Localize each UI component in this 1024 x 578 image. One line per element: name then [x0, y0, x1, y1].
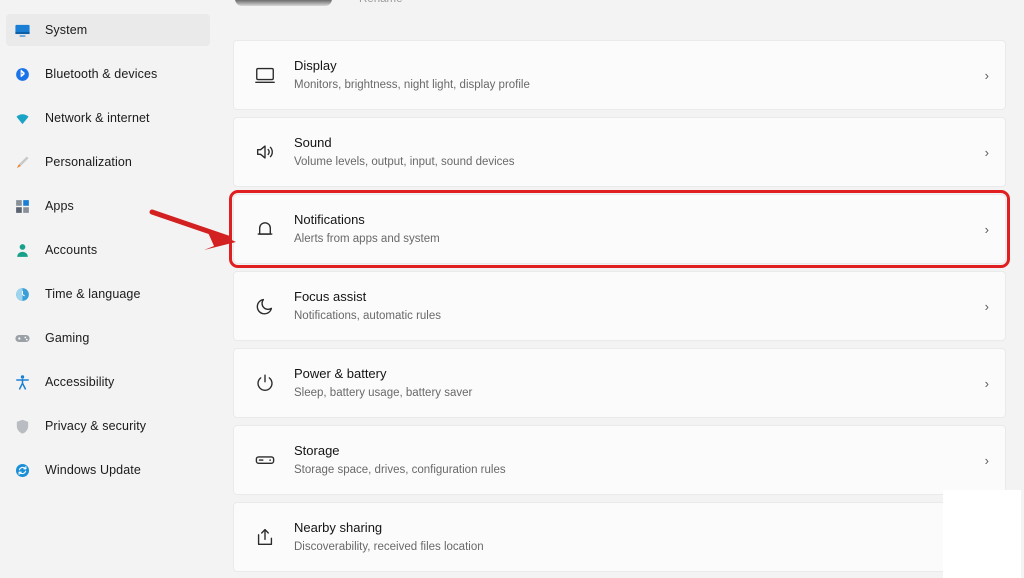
sidebar-item-label: Accessibility	[45, 375, 115, 389]
sidebar-item-bluetooth-devices[interactable]: Bluetooth & devices	[6, 58, 210, 90]
chevron-right-icon[interactable]: ›	[985, 68, 991, 83]
device-thumbnail	[235, 0, 332, 6]
gamepad-icon	[14, 330, 31, 347]
settings-card-title: Power & battery	[294, 366, 387, 381]
main-content: Rename Display Monitors, brightness, nigh…	[222, 0, 1024, 578]
sidebar-item-label: Privacy & security	[45, 419, 147, 433]
update-icon	[14, 462, 31, 479]
drive-icon	[250, 449, 280, 471]
settings-card-subtitle: Storage space, drives, configuration rul…	[294, 464, 506, 476]
sidebar-item-personalization[interactable]: Personalization	[6, 146, 210, 178]
device-header: Rename	[233, 0, 1006, 40]
settings-card-storage[interactable]: Storage Storage space, drives, configurat…	[233, 425, 1006, 495]
sidebar-item-label: Windows Update	[45, 463, 141, 477]
power-icon	[250, 372, 280, 394]
sidebar-item-system[interactable]: System	[6, 14, 210, 46]
chevron-right-icon[interactable]: ›	[985, 453, 991, 468]
settings-card-list: Display Monitors, brightness, night light…	[229, 40, 1010, 572]
settings-card-sound[interactable]: Sound Volume levels, output, input, sound…	[233, 117, 1006, 187]
settings-card-title: Focus assist	[294, 289, 367, 304]
share-icon	[250, 526, 280, 548]
settings-card-subtitle: Monitors, brightness, night light, displ…	[294, 79, 530, 91]
bluetooth-icon	[14, 66, 31, 83]
settings-card-text: Notifications Alerts from apps and system	[280, 211, 985, 247]
settings-card-text: Display Monitors, brightness, night light…	[280, 57, 985, 93]
settings-card-text: Sound Volume levels, output, input, sound…	[280, 134, 985, 170]
sidebar-item-accessibility[interactable]: Accessibility	[6, 366, 210, 398]
chevron-right-icon[interactable]: ›	[985, 376, 991, 391]
sidebar-item-label: System	[45, 23, 88, 37]
chevron-right-icon[interactable]: ›	[985, 145, 991, 160]
settings-card-subtitle: Discoverability, received files location	[294, 541, 484, 553]
settings-card-notifications[interactable]: Notifications Alerts from apps and system…	[229, 190, 1010, 268]
rename-link[interactable]: Rename	[359, 0, 402, 5]
sidebar-item-gaming[interactable]: Gaming	[6, 322, 210, 354]
settings-card-power-battery[interactable]: Power & battery Sleep, battery usage, bat…	[233, 348, 1006, 418]
settings-card-subtitle: Notifications, automatic rules	[294, 310, 442, 322]
sidebar-item-label: Personalization	[45, 155, 132, 169]
settings-card-title: Nearby sharing	[294, 520, 383, 535]
globe-clock-icon	[14, 286, 31, 303]
sidebar-item-time-language[interactable]: Time & language	[6, 278, 210, 310]
monitor-icon	[14, 22, 31, 39]
sidebar-item-label: Apps	[45, 199, 74, 213]
sidebar-item-accounts[interactable]: Accounts	[6, 234, 210, 266]
sidebar: System Bluetooth & devices Network & inter…	[0, 0, 222, 578]
chevron-right-icon[interactable]: ›	[985, 299, 991, 314]
settings-card-nearby-sharing[interactable]: Nearby sharing Discoverability, received …	[233, 502, 1006, 572]
settings-card-text: Nearby sharing Discoverability, received …	[280, 519, 985, 555]
settings-card-title: Storage	[294, 443, 340, 458]
person-icon	[14, 242, 31, 259]
settings-card-text: Power & battery Sleep, battery usage, bat…	[280, 365, 985, 401]
sidebar-item-label: Gaming	[45, 331, 90, 345]
settings-card-display[interactable]: Display Monitors, brightness, night light…	[233, 40, 1006, 110]
settings-card-subtitle: Alerts from apps and system	[294, 233, 440, 245]
monitor-icon	[250, 64, 280, 86]
chevron-right-icon[interactable]: ›	[985, 222, 991, 237]
settings-window: System Bluetooth & devices Network & inter…	[0, 0, 1024, 578]
paintbrush-icon	[14, 154, 31, 171]
settings-card-text: Focus assist Notifications, automatic rul…	[280, 288, 985, 324]
sidebar-item-privacy-security[interactable]: Privacy & security	[6, 410, 210, 442]
settings-card-title: Notifications	[294, 212, 365, 227]
shield-icon	[14, 418, 31, 435]
accessibility-icon	[14, 374, 31, 391]
settings-card-title: Sound	[294, 135, 332, 150]
bell-icon	[250, 218, 280, 240]
sidebar-item-apps[interactable]: Apps	[6, 190, 210, 222]
sidebar-item-label: Accounts	[45, 243, 98, 257]
sidebar-item-label: Bluetooth & devices	[45, 67, 158, 81]
settings-card-title: Display	[294, 58, 337, 73]
settings-card-focus-assist[interactable]: Focus assist Notifications, automatic rul…	[233, 271, 1006, 341]
sidebar-item-network-internet[interactable]: Network & internet	[6, 102, 210, 134]
moon-icon	[250, 295, 280, 317]
apps-grid-icon	[14, 198, 31, 215]
settings-card-text: Storage Storage space, drives, configurat…	[280, 442, 985, 478]
settings-card-subtitle: Sleep, battery usage, battery saver	[294, 387, 473, 399]
sidebar-item-windows-update[interactable]: Windows Update	[6, 454, 210, 486]
sidebar-item-label: Time & language	[45, 287, 141, 301]
wifi-icon	[14, 110, 31, 127]
speaker-icon	[250, 141, 280, 163]
blank-overlay-box	[943, 490, 1021, 578]
settings-card-subtitle: Volume levels, output, input, sound devi…	[294, 156, 515, 168]
sidebar-item-label: Network & internet	[45, 111, 150, 125]
